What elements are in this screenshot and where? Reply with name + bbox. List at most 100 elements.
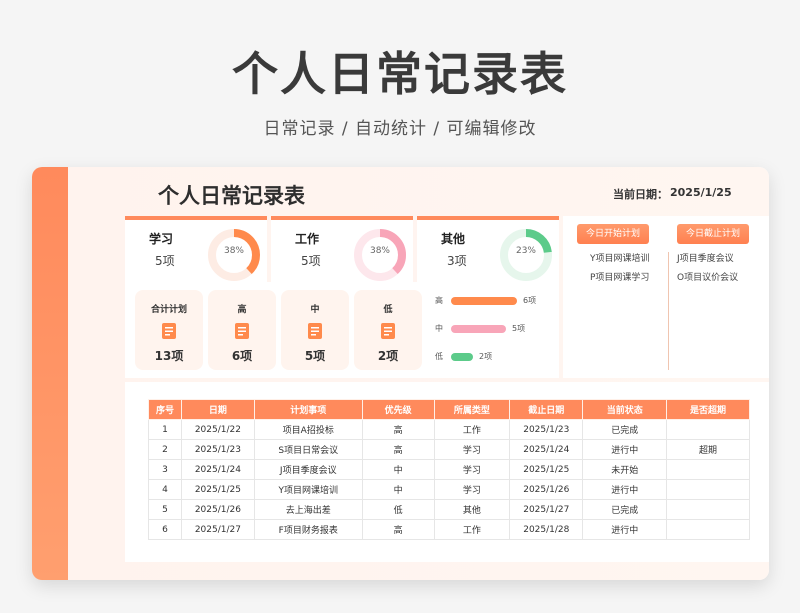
list-item: J项目季度会议 [677, 254, 734, 264]
table-cell[interactable]: 去上海出差 [253, 499, 363, 520]
table-cell[interactable]: 学习 [433, 439, 511, 460]
table-cell[interactable]: 高 [361, 439, 435, 460]
plan-tile-label: 低 [383, 305, 393, 315]
table-row[interactable]: 2 2025/1/23 S项目日常会议高学习 2025/1/24 进行中 超期 [148, 439, 750, 460]
stat-name: 其他 [441, 232, 466, 246]
column-header[interactable]: 截止日期 [509, 399, 584, 420]
table-cell[interactable]: 进行中 [582, 439, 668, 460]
today-start-button[interactable]: 今日开始计划 [577, 224, 649, 244]
table-cell[interactable]: 学习 [433, 479, 511, 500]
table-cell[interactable] [666, 479, 750, 500]
table-row[interactable]: 3 2025/1/24 J项目季度会议中学习 2025/1/25 未开始 [148, 459, 750, 480]
today-end-list: J项目季度会议 O项目议价会议 [677, 252, 738, 290]
column-header[interactable]: 当前状态 [582, 399, 668, 420]
priority-bar-row: 高 6项 [435, 295, 555, 307]
plan-tile-value: 5项 [304, 349, 326, 363]
table-row[interactable]: 1 2025/1/22 项目A招投标高工作 2025/1/23 已完成 [148, 419, 750, 440]
table-cell[interactable]: 4 [148, 479, 182, 500]
today-end-button[interactable]: 今日截止计划 [677, 224, 749, 244]
table-row[interactable]: 6 2025/1/27 F项目财务报表高工作 2025/1/28 进行中 [148, 519, 750, 540]
table-cell[interactable] [666, 519, 750, 540]
table-cell[interactable]: 2025/1/22 [180, 419, 255, 440]
plan-tile-label: 合计计划 [150, 305, 187, 315]
table-cell[interactable]: 进行中 [582, 479, 668, 500]
plan-tile-value: 6项 [231, 349, 253, 363]
table-cell[interactable]: 高 [361, 419, 435, 440]
column-header[interactable]: 优先级 [361, 399, 435, 420]
table-cell[interactable]: 2025/1/28 [509, 519, 584, 540]
table-cell[interactable]: 2025/1/27 [180, 519, 255, 540]
list-item: P项目网课学习 [590, 273, 650, 283]
table-cell[interactable]: 2025/1/24 [509, 439, 584, 460]
table-cell[interactable]: F项目财务报表 [253, 519, 363, 540]
column-header[interactable]: 所属类型 [433, 399, 511, 420]
today-plans-panel: 今日开始计划 今日截止计划 Y项目网课培训 P项目网课学习 J项目季度会议 O项… [563, 216, 769, 378]
table-cell[interactable]: 2025/1/24 [180, 459, 255, 480]
column-header[interactable]: 日期 [180, 399, 255, 420]
table-cell[interactable]: S项目日常会议 [253, 439, 363, 460]
priority-bar [451, 353, 473, 361]
document-icon [162, 323, 176, 339]
stat-card-other: 其他 3项 23% [417, 216, 559, 282]
table-cell[interactable]: 已完成 [582, 419, 668, 440]
table-cell[interactable]: 2025/1/23 [180, 439, 255, 460]
table-row[interactable]: 4 2025/1/25 Y项目网课培训中学习 2025/1/26 进行中 [148, 479, 750, 500]
plan-tile-value: 2项 [377, 349, 399, 363]
table-cell[interactable] [666, 499, 750, 520]
table-cell[interactable]: 3 [148, 459, 182, 480]
table-cell[interactable]: 1 [148, 419, 182, 440]
stat-name: 学习 [149, 232, 174, 246]
table-cell[interactable]: 2025/1/26 [180, 499, 255, 520]
priority-bar-value: 6项 [523, 296, 537, 305]
donut-percent: 38% [223, 246, 244, 256]
table-header-row: 序号 日期 计划事项 优先级 所属类型 截止日期 当前状态 是否超期 [148, 399, 750, 420]
table-cell[interactable]: Y项目网课培训 [253, 479, 363, 500]
plan-summary-panel: 合计计划 13项 高 6项 中 5项 低 2项 高 6项 中 5项 低 2项 [125, 282, 559, 378]
table-cell[interactable]: J项目季度会议 [253, 459, 363, 480]
table-cell[interactable]: 2025/1/25 [509, 459, 584, 480]
table-cell[interactable]: 其他 [433, 499, 511, 520]
column-header[interactable]: 序号 [148, 399, 182, 420]
column-header[interactable]: 是否超期 [666, 399, 750, 420]
table-row[interactable]: 5 2025/1/26 去上海出差低其他 2025/1/27 已完成 [148, 499, 750, 520]
table-cell[interactable]: 中 [361, 459, 435, 480]
table-cell[interactable]: 2025/1/23 [509, 419, 584, 440]
today-start-list: Y项目网课培训 P项目网课学习 [590, 252, 650, 290]
plan-tile-label: 中 [310, 305, 320, 315]
table-cell[interactable]: 2025/1/26 [509, 479, 584, 500]
priority-bar [451, 297, 517, 305]
table-cell[interactable]: 学习 [433, 459, 511, 480]
table-cell[interactable]: 2025/1/25 [180, 479, 255, 500]
stat-card-study: 学习 5项 38% [125, 216, 267, 282]
table-cell[interactable]: 低 [361, 499, 435, 520]
table-cell[interactable]: 未开始 [582, 459, 668, 480]
table-cell[interactable]: 2 [148, 439, 182, 460]
table-cell[interactable]: 工作 [433, 519, 511, 540]
priority-bar-label: 中 [435, 324, 443, 333]
document-icon [235, 323, 249, 339]
table-cell[interactable]: 中 [361, 479, 435, 500]
table-cell[interactable] [666, 459, 750, 480]
hero-subtitle: 日常记录 / 自动统计 / 可编辑修改 [263, 119, 537, 139]
sheet-body: 个人日常记录表 当前日期： 2025/1/25 学习 5项 38% 工作 5项 … [68, 167, 769, 580]
stat-name: 工作 [295, 232, 320, 246]
table-cell[interactable] [666, 419, 750, 440]
table-cell[interactable]: 工作 [433, 419, 511, 440]
plan-tile-total: 合计计划 13项 [135, 290, 203, 370]
table-cell[interactable]: 超期 [666, 439, 750, 460]
priority-bar [451, 325, 506, 333]
current-date-label: 当前日期： [613, 188, 668, 201]
records-table-panel: 序号 日期 计划事项 优先级 所属类型 截止日期 当前状态 是否超期 1 2025… [125, 382, 769, 562]
plan-tile-value: 13项 [154, 349, 184, 363]
sheet-title: 个人日常记录表 [158, 184, 305, 208]
donut-percent: 23% [515, 246, 536, 256]
table-cell[interactable]: 高 [361, 519, 435, 540]
table-cell[interactable]: 2025/1/27 [509, 499, 584, 520]
table-cell[interactable]: 进行中 [582, 519, 668, 540]
table-cell[interactable]: 6 [148, 519, 182, 540]
table-cell[interactable]: 已完成 [582, 499, 668, 520]
stat-card-work: 工作 5项 38% [271, 216, 413, 282]
table-cell[interactable]: 项目A招投标 [253, 419, 363, 440]
table-cell[interactable]: 5 [148, 499, 182, 520]
column-header[interactable]: 计划事项 [253, 399, 363, 420]
